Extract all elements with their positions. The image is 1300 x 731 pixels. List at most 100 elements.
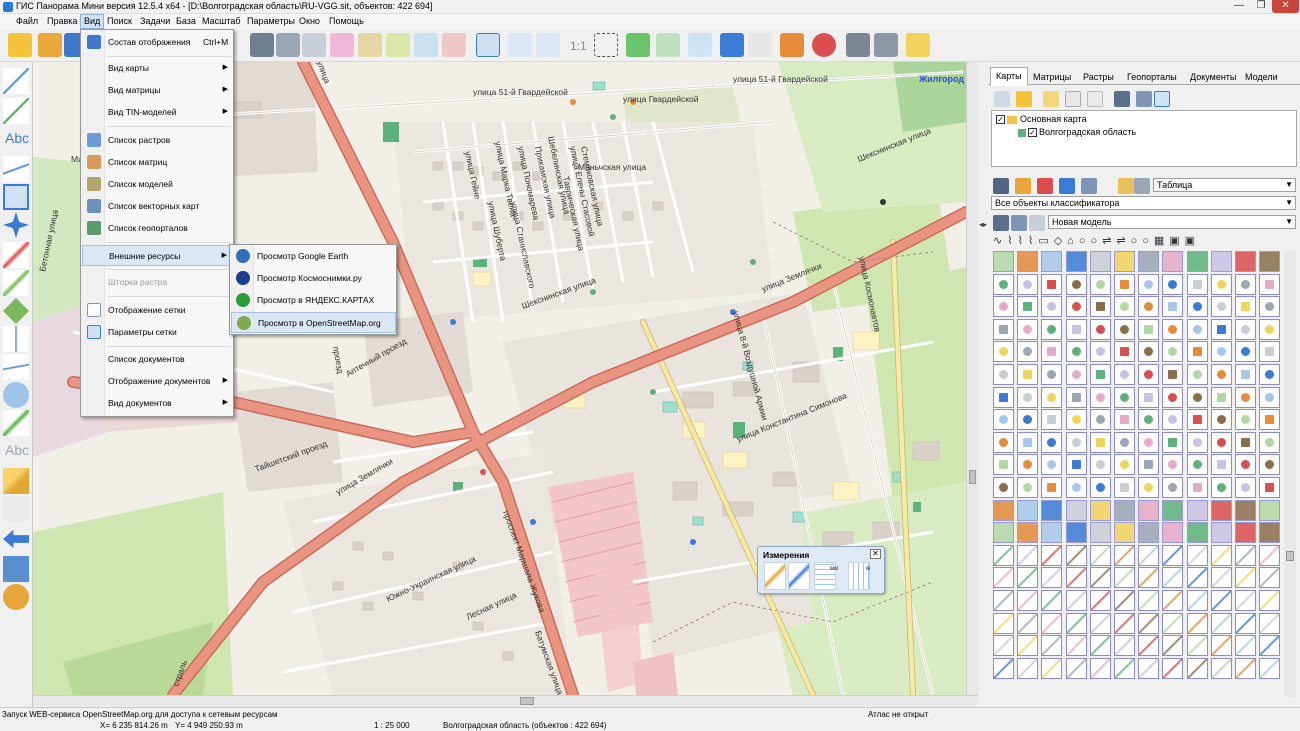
classifier-symbol-cell[interactable]	[1089, 341, 1111, 363]
classifier-symbol-cell[interactable]	[1235, 273, 1256, 295]
new-document-icon[interactable]	[1065, 91, 1081, 107]
classifier-symbol-cell[interactable]	[1138, 364, 1160, 385]
classifier-symbol-cell[interactable]	[1041, 522, 1063, 544]
tab-documents[interactable]: Документы	[1184, 68, 1242, 85]
classifier-icon[interactable]	[993, 178, 1009, 194]
tab-matrices[interactable]: Матрицы	[1027, 68, 1077, 85]
classifier-symbol-cell[interactable]	[1114, 657, 1135, 679]
volgograd-checkbox[interactable]: ✓	[1028, 128, 1037, 138]
classifier-symbol-cell[interactable]	[1138, 522, 1160, 544]
menu-tasks[interactable]: Задачи	[140, 16, 170, 26]
classifier-symbol-cell[interactable]	[993, 251, 1014, 272]
classifier-symbol-cell[interactable]	[993, 409, 1014, 431]
classifier-symbol-cell[interactable]	[1065, 657, 1087, 679]
classifier-symbol-cell[interactable]	[1089, 273, 1111, 295]
classifier-symbol-cell[interactable]	[1041, 612, 1063, 634]
classifier-symbol-cell[interactable]	[993, 454, 1014, 476]
close-button[interactable]: ✕	[1272, 0, 1299, 13]
map-layers-icon[interactable]	[3, 556, 29, 582]
zoom-in-icon[interactable]	[536, 33, 560, 57]
classifier-symbol-cell[interactable]	[1041, 499, 1063, 521]
menu-item-tin-view[interactable]: Вид TIN-моделей ▶	[82, 102, 233, 123]
classifier-symbol-cell[interactable]	[1210, 454, 1232, 476]
classifier-symbol-cell[interactable]	[1114, 273, 1135, 295]
classifier-symbol-cell[interactable]	[1235, 522, 1256, 544]
classifier-symbol-cell[interactable]	[1089, 364, 1111, 385]
classifier-symbol-cell[interactable]	[1162, 364, 1184, 385]
delete-object-icon[interactable]	[442, 33, 466, 57]
text-tool-icon[interactable]: Abc	[3, 126, 29, 152]
scroll-thumb[interactable]	[520, 697, 534, 705]
classifier-symbol-cell[interactable]	[1089, 657, 1111, 679]
map-view-toggle-icon[interactable]	[1154, 91, 1170, 107]
classifier-symbol-cell[interactable]	[1065, 341, 1087, 363]
map-properties-icon[interactable]	[1114, 91, 1130, 107]
classifier-symbol-cell[interactable]	[1017, 635, 1039, 657]
classifier-symbol-cell[interactable]	[1114, 635, 1135, 657]
classifier-symbol-cell[interactable]	[1041, 364, 1063, 385]
menu-item-matrix-list[interactable]: Список матриц	[82, 152, 233, 173]
menu-parameters[interactable]: Параметры	[247, 16, 295, 26]
classifier-symbol-cell[interactable]	[1065, 590, 1087, 611]
classifier-symbol-cell[interactable]	[1114, 409, 1135, 431]
classifier-symbol-cell[interactable]	[993, 273, 1014, 295]
classifier-symbol-cell[interactable]	[993, 386, 1014, 408]
zoom-frame-icon[interactable]	[594, 33, 618, 57]
menu-item-kosmosnimki[interactable]: Просмотр Космоснимки.ру	[231, 268, 396, 289]
classifier-symbol-cell[interactable]	[1138, 544, 1160, 566]
classifier-symbol-cell[interactable]	[1162, 409, 1184, 431]
classifier-symbol-cell[interactable]	[1210, 635, 1232, 657]
classifier-symbol-cell[interactable]	[1210, 431, 1232, 453]
classifier-symbol-cell[interactable]	[1138, 431, 1160, 453]
classifier-symbol-cell[interactable]	[1210, 273, 1232, 295]
classifier-symbol-cell[interactable]	[1235, 251, 1256, 272]
classifier-symbol-cell[interactable]	[1210, 499, 1232, 521]
text-edit-icon[interactable]: Abc	[3, 438, 29, 464]
classifier-symbol-cell[interactable]	[1065, 364, 1087, 385]
classifier-symbol-cell[interactable]	[1210, 386, 1232, 408]
classifier-symbol-cell[interactable]	[1186, 657, 1208, 679]
classifier-symbol-cell[interactable]	[1235, 657, 1256, 679]
panel-splitter[interactable]: ◂▸	[978, 62, 988, 707]
draw-line-icon[interactable]	[3, 68, 29, 94]
classifier-symbol-cell[interactable]	[1065, 567, 1087, 589]
classifier-symbol-cell[interactable]	[1138, 590, 1160, 611]
tab-rasters[interactable]: Растры	[1077, 68, 1120, 85]
classifier-symbol-cell[interactable]	[1138, 386, 1160, 408]
rectangle-icon[interactable]	[3, 184, 29, 210]
menu-item-matrix-view[interactable]: Вид матрицы ▶	[82, 80, 233, 101]
classifier-symbol-cell[interactable]	[1065, 499, 1087, 521]
classifier-symbol-cell[interactable]	[1065, 431, 1087, 453]
menu-item-map-view[interactable]: Вид карты ▶	[82, 58, 233, 79]
classifier-symbol-cell[interactable]	[1065, 296, 1087, 318]
classifier-symbol-cell[interactable]	[1235, 635, 1256, 657]
classifier-symbol-cell[interactable]	[1138, 657, 1160, 679]
classifier-symbol-cell[interactable]	[1017, 318, 1039, 340]
binoculars-gray-icon[interactable]	[276, 33, 300, 57]
menu-item-google-earth[interactable]: Просмотр Google Earth	[231, 246, 396, 267]
classifier-symbol-cell[interactable]	[1114, 431, 1135, 453]
classifier-symbol-cell[interactable]	[1017, 477, 1039, 498]
tab-maps[interactable]: Карты	[990, 67, 1028, 86]
classifier-symbol-cell[interactable]	[1041, 454, 1063, 476]
tree-item-volgograd[interactable]: ✓ Волгоградская область	[1018, 127, 1136, 138]
menu-item-openstreetmap[interactable]: Просмотр в OpenStreetMap.org	[231, 312, 396, 333]
classifier-symbol-cell[interactable]	[1089, 612, 1111, 634]
classifier-symbol-cell[interactable]	[1138, 296, 1160, 318]
menu-scale[interactable]: Масштаб	[202, 16, 241, 26]
classifier-symbol-cell[interactable]	[1186, 273, 1208, 295]
select-area-icon[interactable]	[330, 33, 354, 57]
classifier-symbol-cell[interactable]	[1017, 657, 1039, 679]
menu-window[interactable]: Окно	[299, 16, 320, 26]
classifier-symbol-cell[interactable]	[993, 477, 1014, 498]
minimize-button[interactable]: —	[1228, 0, 1250, 13]
open-data-icon[interactable]	[38, 33, 62, 57]
map-horizontal-scrollbar[interactable]	[33, 695, 978, 706]
ruler-icon[interactable]	[3, 468, 29, 494]
classifier-symbol-cell[interactable]	[1162, 635, 1184, 657]
tab-models[interactable]: Модели	[1239, 68, 1284, 85]
filter-icon[interactable]	[1118, 178, 1134, 194]
menu-view[interactable]: Вид	[80, 14, 105, 29]
menu-item-yandex-maps[interactable]: Просмотр в ЯНДЕКС.КАРТАХ	[231, 290, 396, 311]
classifier-symbol-cell[interactable]	[1259, 364, 1281, 385]
